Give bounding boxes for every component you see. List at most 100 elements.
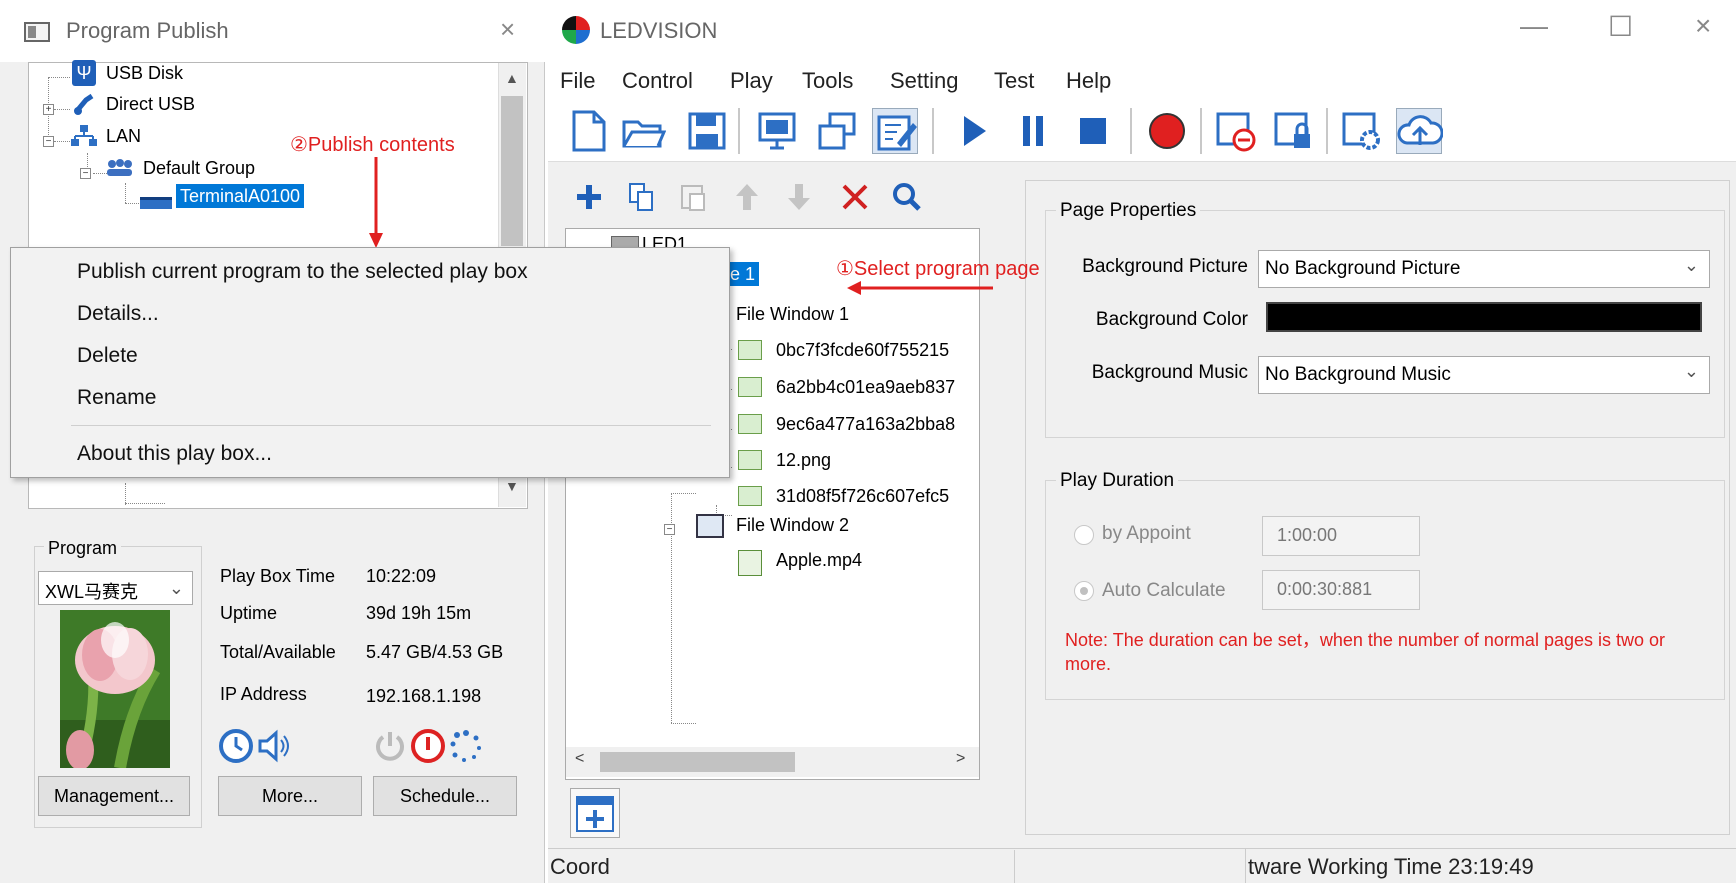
power-icon[interactable] xyxy=(372,728,408,764)
screen-off-icon[interactable] xyxy=(1212,108,1258,154)
program-select[interactable]: XWL马赛克 ⌄ xyxy=(38,571,193,605)
by-appoint-label: by Appoint xyxy=(1102,523,1191,544)
play-box-time-label: Play Box Time xyxy=(220,566,336,586)
ledvision-logo-icon xyxy=(562,16,590,44)
by-appoint-field[interactable]: 1:00:00 xyxy=(1262,516,1420,556)
add-icon[interactable] xyxy=(572,180,606,214)
save-icon[interactable] xyxy=(684,108,730,154)
screen-lock-icon[interactable] xyxy=(1270,108,1316,154)
record-icon[interactable] xyxy=(1144,108,1190,154)
storage-value: 5.47 GB/4.53 GB xyxy=(366,642,504,662)
menu-play[interactable]: Play xyxy=(730,68,773,94)
menu-tools[interactable]: Tools xyxy=(802,68,853,94)
scroll-up-icon[interactable]: ▲ xyxy=(505,70,519,86)
menu-control[interactable]: Control xyxy=(622,68,693,94)
search-icon[interactable] xyxy=(890,180,924,214)
file-item[interactable]: 0bc7f3fcde60f755215 xyxy=(776,340,949,361)
terminal-label[interactable]: TerminalA0100 xyxy=(176,184,305,208)
tree-scroll-thumb[interactable] xyxy=(501,96,523,246)
new-file-icon[interactable] xyxy=(566,108,612,154)
program-select-value: XWL马赛克 xyxy=(45,582,139,602)
scroll-left-icon[interactable]: < xyxy=(575,750,584,768)
open-folder-icon[interactable] xyxy=(620,108,667,154)
bg-music-label: Background Music xyxy=(1091,362,1248,383)
annotation-step2: ②Publish contents xyxy=(290,134,455,156)
ip-value: 192.168.1.198 xyxy=(366,686,482,706)
bg-music-select[interactable]: No Background Music ⌄ xyxy=(1258,356,1710,394)
copy-icon[interactable] xyxy=(624,180,658,214)
bg-picture-value: No Background Picture xyxy=(1265,258,1461,279)
chevron-down-icon: ⌄ xyxy=(168,578,184,598)
cloud-upload-icon[interactable] xyxy=(1396,108,1444,154)
restart-icon[interactable] xyxy=(410,728,446,764)
network-icon xyxy=(70,124,98,148)
tree-item-file-window-2[interactable]: File Window 2 xyxy=(736,515,849,536)
duration-note: Note: The duration can be set，when the n… xyxy=(1065,630,1666,674)
bg-picture-select[interactable]: No Background Picture ⌄ xyxy=(1258,250,1710,288)
menu-help[interactable]: Help xyxy=(1066,68,1111,94)
auto-calculate-radio[interactable] xyxy=(1074,581,1094,601)
paste-icon[interactable] xyxy=(676,180,710,214)
tree-item-lan[interactable]: LAN xyxy=(106,126,141,147)
move-up-icon[interactable] xyxy=(730,180,764,214)
hscroll-thumb[interactable] xyxy=(600,752,795,772)
file-item[interactable]: 12.png xyxy=(776,450,831,471)
usb-cable-icon xyxy=(72,92,96,116)
tree-item-direct-usb[interactable]: Direct USB xyxy=(106,94,195,115)
by-appoint-radio[interactable] xyxy=(1074,525,1094,545)
menu-file[interactable]: File xyxy=(560,68,595,94)
management-button[interactable]: Management... xyxy=(38,776,190,816)
image-file-icon xyxy=(738,414,762,434)
expand-icon[interactable]: + xyxy=(43,104,54,115)
menu-item-delete[interactable]: Delete xyxy=(77,344,138,368)
scroll-down-icon[interactable]: ▼ xyxy=(505,478,519,494)
close-icon[interactable]: × xyxy=(1695,10,1711,42)
clock-icon[interactable] xyxy=(218,728,254,764)
menu-separator xyxy=(71,425,711,426)
delete-icon[interactable] xyxy=(838,180,872,214)
collapse-icon[interactable]: − xyxy=(664,524,675,535)
add-program-icon[interactable] xyxy=(570,788,620,838)
more-button[interactable]: More... xyxy=(218,776,362,816)
uptime-label: Uptime xyxy=(220,603,278,623)
tree-item-default-group[interactable]: Default Group xyxy=(143,158,255,179)
pause-icon[interactable] xyxy=(1010,108,1056,154)
bg-color-swatch[interactable] xyxy=(1266,302,1702,332)
menu-setting[interactable]: Setting xyxy=(890,68,959,94)
edit-icon[interactable] xyxy=(872,108,918,154)
window-layout-icon[interactable] xyxy=(814,108,860,154)
screen-settings-icon[interactable] xyxy=(1338,108,1384,154)
menu-item-about[interactable]: About this play box... xyxy=(77,442,272,466)
screen-icon[interactable] xyxy=(754,108,800,154)
maximize-icon[interactable]: ☐ xyxy=(1608,10,1633,43)
loading-icon[interactable] xyxy=(448,728,484,764)
play-icon[interactable] xyxy=(950,108,996,154)
file-item[interactable]: 31d08f5f726c607efc5 xyxy=(776,486,949,507)
file-item-video[interactable]: Apple.mp4 xyxy=(776,550,862,571)
bg-music-value: No Background Music xyxy=(1265,364,1451,385)
video-file-icon xyxy=(738,550,762,576)
menu-test[interactable]: Test xyxy=(994,68,1034,94)
minimize-icon[interactable]: — xyxy=(1520,10,1548,42)
group-users-icon xyxy=(104,158,134,178)
collapse-icon[interactable]: − xyxy=(80,168,91,179)
collapse-icon[interactable]: − xyxy=(43,136,54,147)
file-item[interactable]: 9ec6a477a163a2bba8 xyxy=(776,414,955,435)
menu-item-details[interactable]: Details... xyxy=(77,302,159,326)
context-menu: Publish current program to the selected … xyxy=(10,247,730,478)
volume-icon[interactable] xyxy=(256,728,292,764)
close-icon[interactable]: × xyxy=(500,14,515,45)
auto-calculate-field[interactable]: 0:00:30:881 xyxy=(1262,570,1420,610)
stop-icon[interactable] xyxy=(1070,108,1116,154)
menu-item-rename[interactable]: Rename xyxy=(77,386,156,410)
scroll-right-icon[interactable]: > xyxy=(956,750,965,768)
window-icon xyxy=(696,514,724,538)
status-working-time: tware Working Time 23:19:49 xyxy=(1248,854,1534,879)
tree-item-file-window-1[interactable]: File Window 1 xyxy=(736,304,849,325)
ledvision-titlebar xyxy=(548,0,1736,62)
move-down-icon[interactable] xyxy=(782,180,816,214)
tree-item-usb-disk[interactable]: USB Disk xyxy=(106,63,183,84)
file-item[interactable]: 6a2bb4c01ea9aeb837 xyxy=(776,377,955,398)
schedule-button[interactable]: Schedule... xyxy=(373,776,517,816)
menu-item-publish[interactable]: Publish current program to the selected … xyxy=(77,260,528,284)
